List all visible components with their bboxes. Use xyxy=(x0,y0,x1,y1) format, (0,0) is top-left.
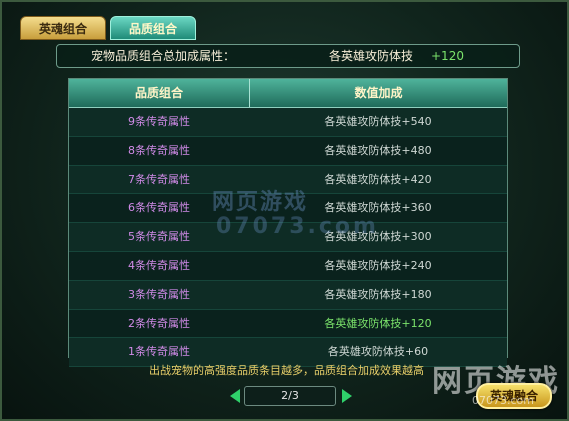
table-row: 9条传奇属性 各英雄攻防体技+540 xyxy=(69,108,507,137)
table-row-active: 2条传奇属性 各英雄攻防体技+120 xyxy=(69,309,507,339)
page-indicator: 2/3 xyxy=(244,386,336,406)
table-row: 8条传奇属性 各英雄攻防体技+480 xyxy=(69,136,507,166)
bonus-cell: 各英雄攻防体技+540 xyxy=(324,115,432,128)
table-row: 4条传奇属性 各英雄攻防体技+240 xyxy=(69,251,507,281)
header-value-bonus: 数值加成 xyxy=(354,86,403,100)
tab-quality-combo[interactable]: 品质组合 xyxy=(110,16,196,40)
watermark-corner-url: 07073.com xyxy=(472,394,534,407)
header-quality-combo: 品质组合 xyxy=(69,79,250,107)
bonus-cell: 各英雄攻防体技+240 xyxy=(324,258,432,272)
bonus-cell: 各英雄攻防体技+120 xyxy=(324,316,432,330)
table-row: 3条传奇属性 各英雄攻防体技+180 xyxy=(69,280,507,310)
combo-cell: 9条传奇属性 xyxy=(128,115,190,128)
combo-cell: 2条传奇属性 xyxy=(128,316,190,330)
combo-cell: 8条传奇属性 xyxy=(128,143,190,157)
combo-cell: 3条传奇属性 xyxy=(128,287,190,301)
prev-page-arrow-icon[interactable] xyxy=(230,389,240,403)
watermark-center-url: 07073.com xyxy=(216,214,379,239)
tab-bar: 英魂组合 品质组合 xyxy=(20,16,196,40)
bonus-cell: 各英雄攻防体技+180 xyxy=(324,287,432,301)
pager: 2/3 xyxy=(230,386,352,406)
total-bonus-label: 宠物品质组合总加成属性： xyxy=(91,49,236,63)
total-bonus-bar: 宠物品质组合总加成属性： 各英雄攻防体技 +120 xyxy=(56,44,520,68)
table-header: 品质组合 数值加成 xyxy=(69,79,507,108)
next-page-arrow-icon[interactable] xyxy=(342,389,352,403)
total-bonus-skill: 各英雄攻防体技 xyxy=(329,49,414,63)
game-panel: 英魂组合 品质组合 宠物品质组合总加成属性： 各英雄攻防体技 +120 品质组合… xyxy=(0,0,569,421)
watermark-center-text: 网页游戏 xyxy=(212,190,309,215)
bonus-cell: 各英雄攻防体技+480 xyxy=(324,143,432,157)
combo-cell: 4条传奇属性 xyxy=(128,258,190,272)
total-bonus-value: +120 xyxy=(431,49,464,63)
tab-hero-soul-combo[interactable]: 英魂组合 xyxy=(20,16,106,40)
